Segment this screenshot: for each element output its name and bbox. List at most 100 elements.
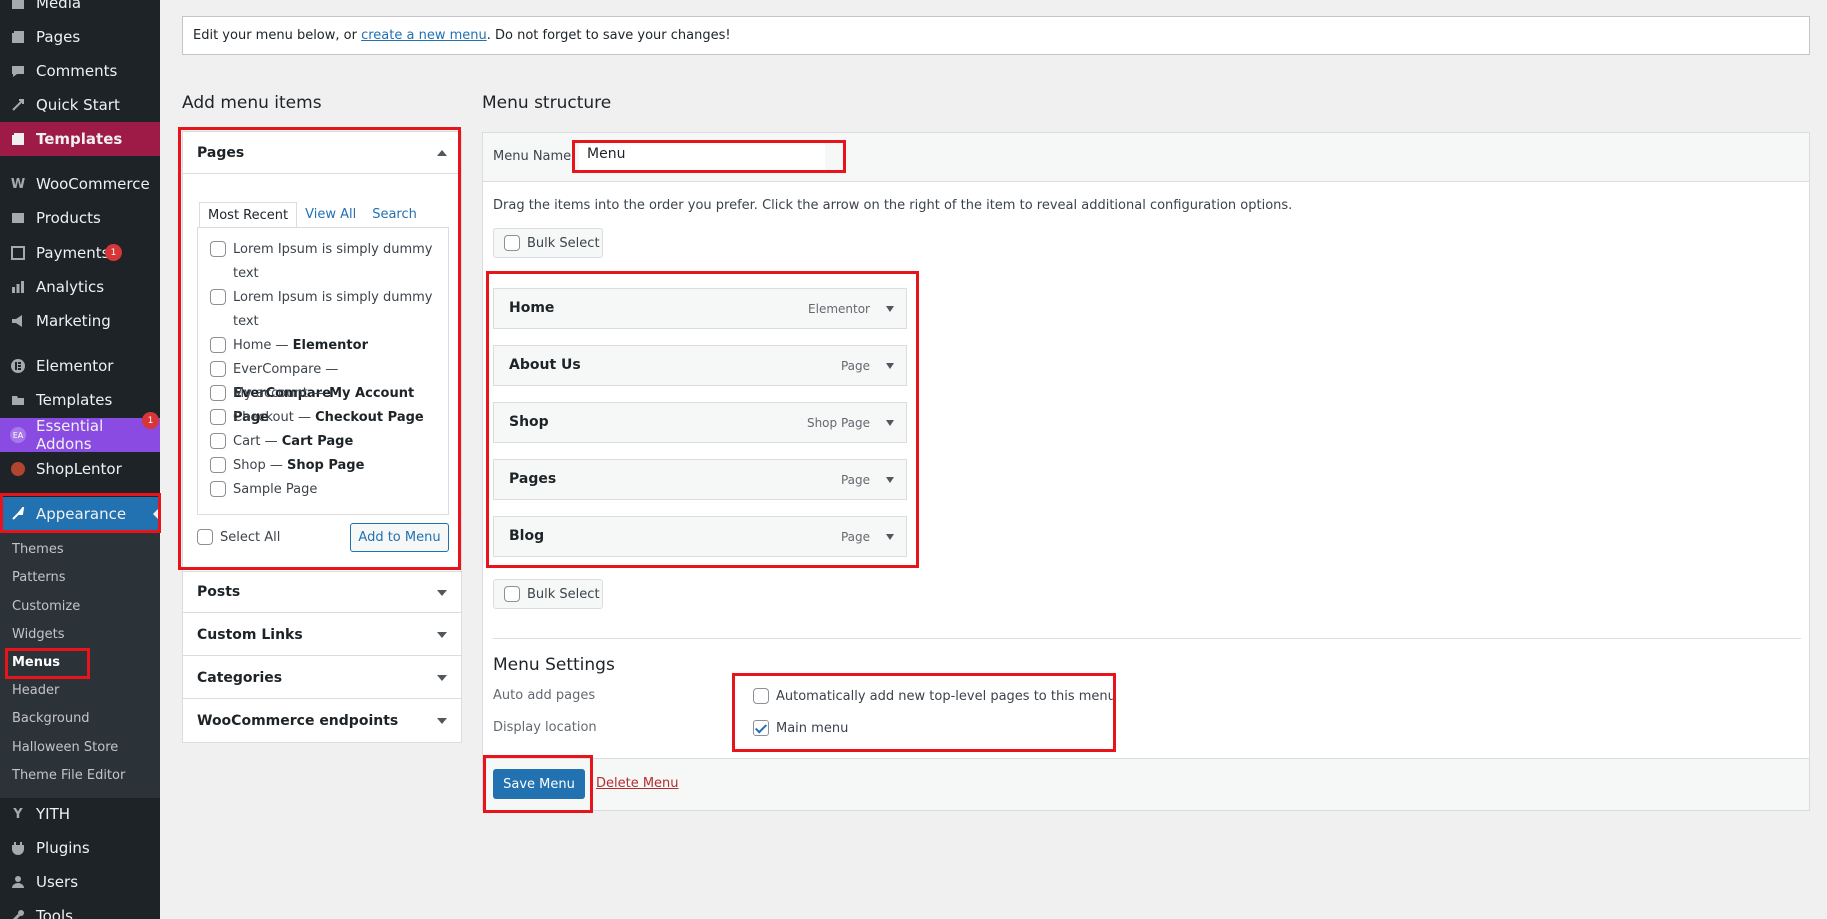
menu-structure-panel: Menu Name Menu Drag the items into the o…	[482, 132, 1810, 811]
menu-item-pages[interactable]: Pages Page	[493, 459, 907, 500]
page-checkbox-item[interactable]: Shop — Shop Page	[210, 454, 438, 478]
sidebar-item-media[interactable]: Media	[0, 0, 160, 20]
page-checkbox-item[interactable]: Lorem Ipsum is simply dummy text	[210, 238, 438, 286]
woocommerce-endpoints-section-header[interactable]: WooCommerce endpoints	[183, 700, 461, 742]
submenu-menus[interactable]: Menus	[12, 655, 60, 670]
bulk-select-button-bottom[interactable]: Bulk Select	[493, 579, 603, 609]
checkbox[interactable]	[210, 409, 226, 425]
checkbox[interactable]	[210, 457, 226, 473]
sidebar-item-pages[interactable]: Pages	[0, 20, 160, 54]
sidebar-item-yith[interactable]: Y YITH	[0, 797, 160, 831]
checkbox[interactable]	[210, 385, 226, 401]
folder-icon	[10, 392, 26, 408]
menu-footer: Save Menu Delete Menu	[483, 758, 1809, 810]
sidebar-item-payments[interactable]: Payments 1	[0, 236, 160, 270]
categories-section-header[interactable]: Categories	[183, 657, 461, 699]
pages-checklist: Lorem Ipsum is simply dummy text Lorem I…	[197, 227, 449, 515]
plugins-icon	[10, 840, 26, 856]
comments-icon	[10, 63, 26, 79]
select-all-checkbox[interactable]: Select All	[197, 526, 317, 550]
pages-tabs: Most Recent View All Search	[199, 202, 425, 228]
tab-view-all[interactable]: View All	[297, 202, 364, 228]
checkmark-icon[interactable]	[753, 720, 769, 736]
expand-arrow-icon	[437, 718, 447, 724]
menu-item-blog[interactable]: Blog Page	[493, 516, 907, 557]
submenu-theme-file-editor[interactable]: Theme File Editor	[12, 768, 125, 783]
pages-section-header[interactable]: Pages	[183, 132, 461, 174]
sidebar-item-shoplentor[interactable]: ShopLentor	[0, 452, 160, 486]
essential-addons-icon: EA	[10, 427, 26, 443]
checkbox[interactable]	[753, 688, 769, 704]
expand-arrow-icon[interactable]	[886, 477, 894, 483]
page-checkbox-item[interactable]: Lorem Ipsum is simply dummy text	[210, 286, 438, 334]
add-to-menu-button[interactable]: Add to Menu	[350, 523, 449, 552]
page-checkbox-item[interactable]: Sample Page	[210, 478, 438, 502]
submenu-patterns[interactable]: Patterns	[12, 570, 66, 585]
menu-name-input[interactable]: Menu	[579, 142, 825, 172]
page-checkbox-item[interactable]: Cart — Cart Page	[210, 430, 438, 454]
create-new-menu-link[interactable]: create a new menu	[361, 28, 487, 43]
tab-search[interactable]: Search	[364, 202, 425, 228]
checkbox[interactable]	[197, 529, 213, 545]
page-checkbox-item[interactable]: Home — Elementor	[210, 334, 438, 358]
checkbox[interactable]	[210, 241, 226, 257]
sidebar-item-users[interactable]: Users	[0, 865, 160, 899]
menu-item-home[interactable]: Home Elementor	[493, 288, 907, 329]
submenu-halloween-store[interactable]: Halloween Store	[12, 740, 118, 755]
expand-arrow-icon[interactable]	[886, 420, 894, 426]
main-menu-checkbox[interactable]: Main menu	[753, 720, 848, 736]
sidebar-item-analytics[interactable]: Analytics	[0, 270, 160, 304]
checkbox[interactable]	[210, 337, 226, 353]
sidebar-item-plugins[interactable]: Plugins	[0, 831, 160, 865]
auto-add-pages-checkbox[interactable]: Automatically add new top-level pages to…	[753, 688, 1116, 704]
menu-item-about-us[interactable]: About Us Page	[493, 345, 907, 386]
bulk-select-button-top[interactable]: Bulk Select	[493, 228, 603, 258]
checkbox[interactable]	[210, 481, 226, 497]
expand-arrow-icon[interactable]	[886, 306, 894, 312]
custom-links-section-header[interactable]: Custom Links	[183, 614, 461, 656]
notice-text: Edit your menu below, or	[193, 28, 362, 43]
sidebar-item-essential-addons[interactable]: EA Essential Addons 1	[0, 412, 160, 453]
woocommerce-icon: W	[10, 176, 26, 192]
sidebar-item-marketing[interactable]: Marketing	[0, 304, 160, 338]
submenu-background[interactable]: Background	[12, 711, 90, 726]
shoplentor-icon	[10, 461, 26, 477]
checkbox[interactable]	[504, 235, 520, 251]
submenu-themes[interactable]: Themes	[12, 542, 64, 557]
sidebar-item-products[interactable]: Products	[0, 201, 160, 235]
expand-arrow-icon[interactable]	[886, 534, 894, 540]
sidebar-item-elementor[interactable]: Elementor	[0, 349, 160, 383]
sidebar-item-appearance[interactable]: Appearance	[0, 497, 160, 531]
submenu-widgets[interactable]: Widgets	[12, 627, 65, 642]
submenu-header[interactable]: Header	[12, 683, 59, 698]
menu-item-shop[interactable]: Shop Shop Page	[493, 402, 907, 443]
save-menu-button[interactable]: Save Menu	[493, 769, 585, 799]
divider	[493, 638, 1801, 639]
sidebar-item-comments[interactable]: Comments	[0, 54, 160, 88]
submenu-customize[interactable]: Customize	[12, 599, 80, 614]
checkbox[interactable]	[210, 289, 226, 305]
checkbox[interactable]	[210, 433, 226, 449]
delete-menu-link[interactable]: Delete Menu	[596, 776, 679, 791]
notice-text-end: . Do not forget to save your changes!	[486, 28, 731, 43]
payments-badge: 1	[105, 244, 122, 261]
users-icon	[10, 874, 26, 890]
posts-section-header[interactable]: Posts	[183, 571, 461, 613]
notice-bar: Edit your menu below, or create a new me…	[182, 16, 1810, 55]
expand-arrow-icon[interactable]	[886, 363, 894, 369]
display-location-label: Display location	[493, 720, 597, 735]
yith-icon: Y	[13, 806, 23, 822]
menu-instructions: Drag the items into the order you prefer…	[493, 198, 1293, 213]
checkbox[interactable]	[504, 586, 520, 602]
sidebar-item-templates-folder[interactable]: Templates	[0, 383, 160, 417]
media-icon	[10, 0, 26, 11]
sidebar-item-woocommerce[interactable]: W WooCommerce	[0, 167, 160, 201]
page-checkbox-item[interactable]: Checkout — Checkout Page	[210, 406, 438, 430]
checkbox[interactable]	[210, 361, 226, 377]
payments-icon	[10, 245, 26, 261]
sidebar-item-quick-start[interactable]: Quick Start	[0, 88, 160, 122]
collapse-arrow-icon	[437, 150, 447, 156]
sidebar-item-tools[interactable]: Tools	[0, 899, 160, 919]
sidebar-item-templates[interactable]: Templates	[0, 122, 160, 156]
tab-most-recent[interactable]: Most Recent	[199, 202, 298, 228]
